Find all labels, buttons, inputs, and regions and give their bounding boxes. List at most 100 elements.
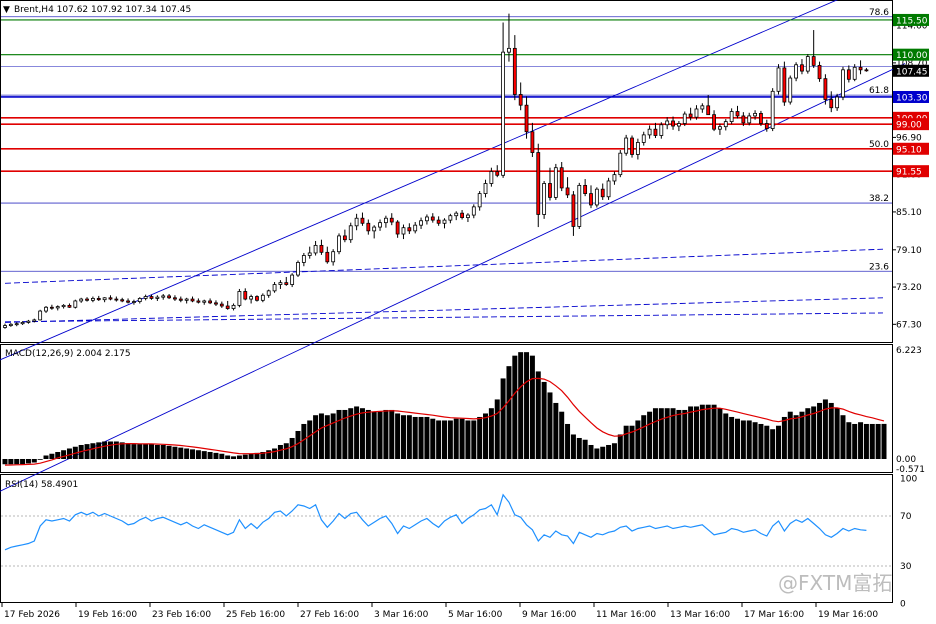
candle-up xyxy=(383,217,388,224)
macd-histogram-bar xyxy=(611,443,617,459)
macd-histogram-bar xyxy=(184,448,190,459)
candle-up xyxy=(448,215,453,221)
macd-histogram-bar xyxy=(31,458,37,463)
macd-histogram-bar xyxy=(776,425,782,459)
candle-up xyxy=(477,193,482,208)
macd-histogram-bar xyxy=(494,399,500,459)
fibonacci-label: 78.6 xyxy=(869,8,889,18)
candle-up xyxy=(594,188,599,206)
macd-histogram-bar xyxy=(506,366,512,459)
macd-histogram-bar xyxy=(758,423,764,459)
candle-up xyxy=(20,322,25,325)
macd-histogram-bar xyxy=(143,444,149,459)
candle-down xyxy=(653,128,658,136)
candle-up xyxy=(296,262,300,276)
fibonacci-label: 38.2 xyxy=(869,194,889,204)
macd-histogram-bar xyxy=(588,444,594,459)
macd-histogram-bar xyxy=(729,416,735,459)
macd-histogram-bar xyxy=(834,408,840,459)
macd-histogram-bar xyxy=(266,450,272,459)
candle-up xyxy=(32,319,37,322)
macd-histogram-bar xyxy=(553,402,559,459)
rsi-panel xyxy=(1,493,892,567)
price-tick-label: 73.20 xyxy=(896,283,922,293)
candle-down xyxy=(208,300,213,304)
candle-up xyxy=(143,296,148,299)
candle-up xyxy=(184,298,189,301)
macd-histogram-bar xyxy=(541,381,547,459)
candle-down xyxy=(512,47,517,95)
candle-up xyxy=(249,296,254,300)
price-level-tag-label: 95.10 xyxy=(896,145,922,155)
macd-histogram-bar xyxy=(594,448,600,459)
candle-up xyxy=(8,323,13,326)
macd-histogram-bar xyxy=(154,444,160,459)
price-axis: 114.60108.70102.8096.9091.0085.1079.1073… xyxy=(892,13,929,610)
price-level-tag-label: 99.00 xyxy=(896,121,922,131)
macd-panel xyxy=(2,352,887,466)
candle-up xyxy=(852,66,857,80)
macd-histogram-bar xyxy=(529,355,535,459)
candle-up xyxy=(659,124,664,136)
macd-histogram-bar xyxy=(881,423,887,459)
price-tick-label: 96.90 xyxy=(896,133,922,143)
time-tick-label: 11 Mar 16:00 xyxy=(596,610,656,620)
candle-down xyxy=(823,78,828,100)
candle-down xyxy=(225,305,230,309)
macd-histogram-bar xyxy=(125,443,131,459)
candle-up xyxy=(577,184,582,227)
macd-histogram-bar xyxy=(617,434,623,459)
macd-histogram-bar xyxy=(600,446,606,459)
candle-up xyxy=(14,323,19,326)
candle-down xyxy=(495,171,500,176)
candle-up xyxy=(718,126,722,130)
time-tick-label: 23 Feb 16:00 xyxy=(152,610,211,620)
candle-down xyxy=(219,303,224,307)
macd-histogram-bar xyxy=(664,408,670,459)
macd-histogram-bar xyxy=(424,416,430,459)
candle-down xyxy=(284,282,289,285)
candle-up xyxy=(471,206,476,216)
price-level-tag-label: 115.50 xyxy=(896,16,928,26)
macd-histogram-bar xyxy=(781,416,787,459)
macd-histogram-bar xyxy=(219,453,225,459)
collapse-arrow-icon[interactable]: ▼ xyxy=(3,5,10,15)
macd-histogram-bar xyxy=(90,443,96,459)
candle-up xyxy=(348,225,353,241)
rsi-panel-frame xyxy=(0,474,893,603)
macd-histogram-bar xyxy=(565,423,571,459)
macd-histogram-bar xyxy=(383,409,389,459)
macd-histogram-bar xyxy=(102,441,108,459)
candle-down xyxy=(735,111,740,117)
price-level-tag-label: 110.00 xyxy=(896,51,928,61)
candle-down xyxy=(583,184,588,195)
candle-up xyxy=(290,274,295,285)
candle-up xyxy=(91,298,95,301)
rsi-tick-label: 100 xyxy=(900,475,917,485)
candle-up xyxy=(378,222,382,228)
candle-down xyxy=(407,227,412,232)
candle-up xyxy=(747,115,752,124)
candle-down xyxy=(741,115,746,124)
candle-up xyxy=(542,183,547,215)
macd-histogram-bar xyxy=(705,404,711,459)
macd-histogram-bar xyxy=(570,434,576,459)
candle-down xyxy=(706,105,711,116)
macd-histogram-bar xyxy=(330,413,336,459)
macd-tick-label: 6.223 xyxy=(896,346,922,356)
candle-up xyxy=(788,77,793,103)
macd-histogram-bar xyxy=(846,422,852,459)
candle-down xyxy=(536,152,541,215)
candle-down xyxy=(759,113,763,124)
macd-histogram-bar xyxy=(858,422,864,459)
macd-histogram-bar xyxy=(37,458,43,460)
candle-down xyxy=(395,221,400,235)
candle-up xyxy=(307,252,312,256)
macd-histogram-bar xyxy=(875,423,881,459)
macd-histogram-bar xyxy=(242,454,248,459)
candle-down xyxy=(548,183,552,198)
macd-histogram-bar xyxy=(307,420,313,459)
macd-histogram-bar xyxy=(459,418,465,459)
rsi-tick-label: 0 xyxy=(900,600,906,610)
rsi-line xyxy=(4,493,867,551)
